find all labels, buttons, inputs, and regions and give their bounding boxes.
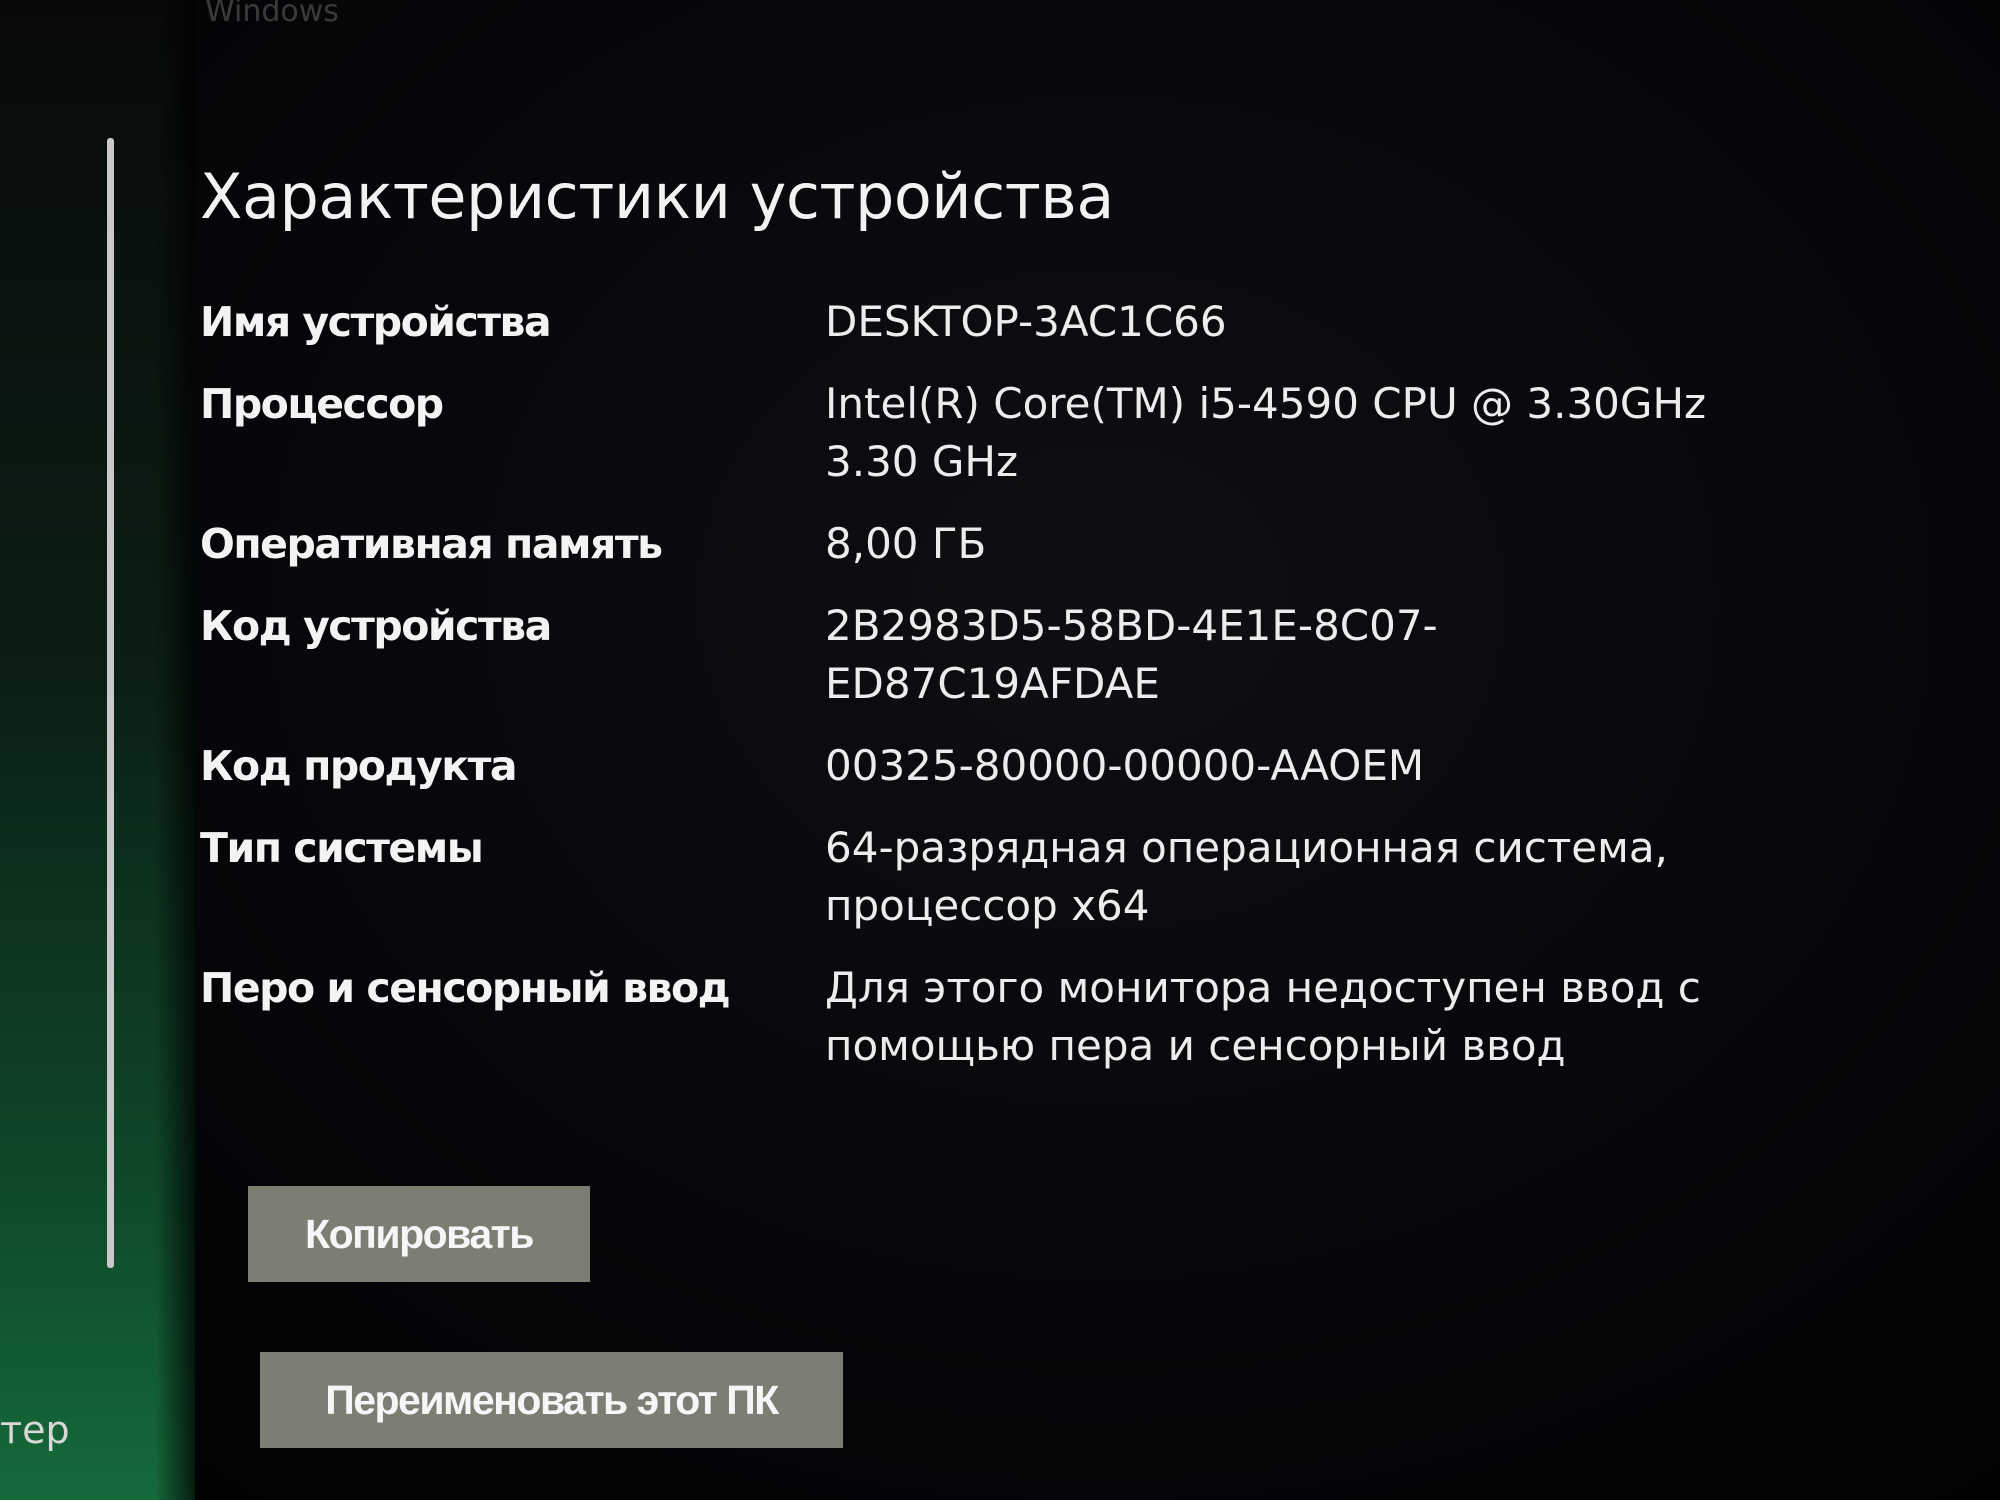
spec-value: Для этого монитора недоступен ввод с пом… — [825, 963, 1701, 1070]
desktop-background-strip: тер — [0, 0, 195, 1500]
spec-label: Процессор — [200, 380, 444, 428]
spec-label: Оперативная память — [200, 520, 663, 568]
settings-window: тер Windows Характеристики устройства Им… — [0, 0, 2000, 1500]
spec-row-processor: Процессор Intel(R) Core(TM) i5-4590 CPU … — [200, 375, 1850, 491]
spec-value: 2B2983D5-58BD-4E1E-8C07- ED87C19AFDAE — [825, 601, 1438, 708]
section-title: Характеристики устройства — [200, 160, 1114, 233]
spec-value: Intel(R) Core(TM) i5-4590 CPU @ 3.30GHz … — [825, 379, 1707, 486]
copy-button[interactable]: Копировать — [248, 1186, 590, 1282]
spec-value: 8,00 ГБ — [825, 519, 987, 568]
rename-pc-button[interactable]: Переименовать этот ПК — [260, 1352, 843, 1448]
spec-label: Тип системы — [200, 824, 484, 872]
spec-label: Код продукта — [200, 742, 518, 790]
spec-label: Имя устройства — [200, 298, 552, 346]
spec-row-product-id: Код продукта 00325-80000-00000-AAOEM — [200, 737, 1850, 795]
scrollbar[interactable] — [107, 138, 114, 1268]
spec-value: 64-разрядная операционная система, проце… — [825, 823, 1668, 930]
spec-row-device-id: Код устройства 2B2983D5-58BD-4E1E-8C07- … — [200, 597, 1850, 713]
sidebar-partial-label[interactable]: тер — [0, 1408, 70, 1452]
spec-row-ram: Оперативная память 8,00 ГБ — [200, 515, 1850, 573]
spec-label: Перо и сенсорный ввод — [200, 964, 731, 1012]
spec-row-pen-touch: Перо и сенсорный ввод Для этого монитора… — [200, 959, 1850, 1075]
spec-value: 00325-80000-00000-AAOEM — [825, 741, 1425, 790]
spec-row-device-name: Имя устройства DESKTOP-3AC1C66 — [200, 293, 1850, 351]
faded-header-text: Windows — [205, 0, 339, 29]
spec-label: Код устройства — [200, 602, 552, 650]
spec-row-system-type: Тип системы 64-разрядная операционная си… — [200, 819, 1850, 935]
device-specs-section: Характеристики устройства Имя устройства… — [200, 160, 1850, 1099]
spec-value: DESKTOP-3AC1C66 — [825, 297, 1227, 346]
